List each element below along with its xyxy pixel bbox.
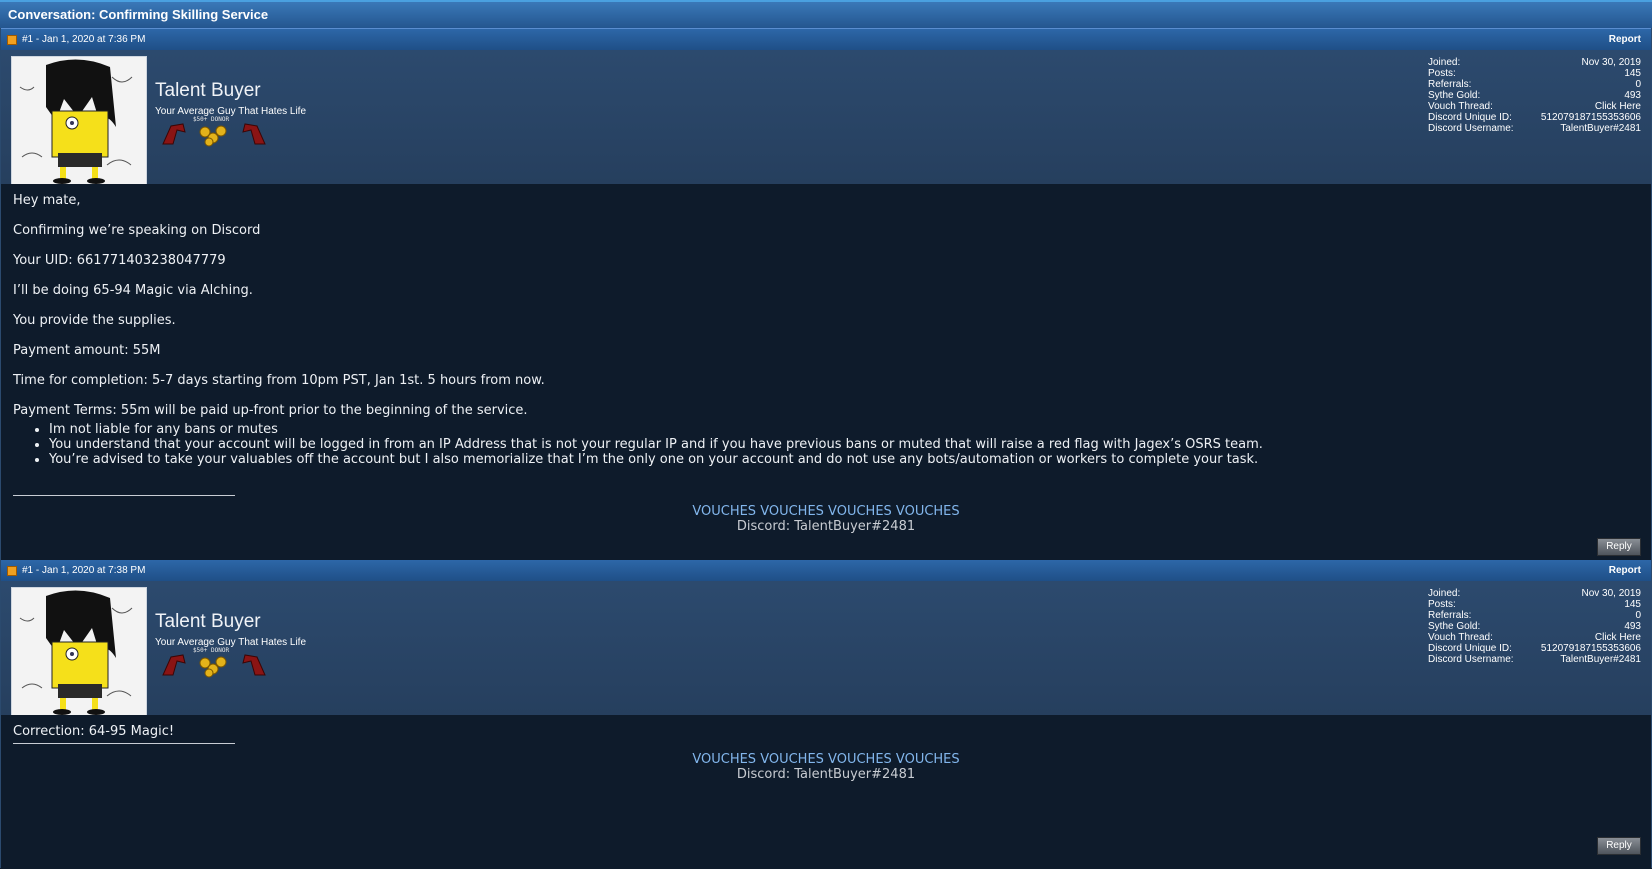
signature-divider [13, 495, 235, 496]
post-header: #1 - Jan 1, 2020 at 7:36 PM Report [1, 28, 1651, 50]
post-meta[interactable]: #1 - Jan 1, 2020 at 7:38 PM [22, 560, 1609, 581]
post: #1 - Jan 1, 2020 at 7:36 PM Report Talen… [0, 28, 1652, 560]
list-item: You understand that your account will be… [49, 437, 1639, 452]
stat-row: Joined: Nov 30, 2019 [1428, 57, 1641, 68]
stat-row: Discord Unique ID: 512079187155353606 [1428, 643, 1641, 654]
stat-row: Vouch Thread: Click Here [1428, 101, 1641, 112]
vouches-link[interactable]: VOUCHES VOUCHES VOUCHES VOUCHES [13, 504, 1639, 519]
message-text: Correction: 64-95 Magic! [13, 724, 175, 739]
vouches-link[interactable]: VOUCHES VOUCHES VOUCHES VOUCHES [13, 752, 1639, 767]
post-meta[interactable]: #1 - Jan 1, 2020 at 7:36 PM [22, 29, 1609, 50]
avatar[interactable] [11, 587, 147, 717]
avatar[interactable] [11, 56, 147, 186]
donor-label: $50+ DONOR [192, 647, 230, 654]
vouch-thread-link[interactable]: Click Here [1595, 101, 1641, 112]
stat-row: Discord Unique ID: 512079187155353606 [1428, 112, 1641, 123]
post-header: #1 - Jan 1, 2020 at 7:38 PM Report [1, 559, 1651, 581]
conversation-title: Conversation: Confirming Skilling Servic… [0, 0, 1652, 28]
reply-button[interactable]: Reply [1597, 837, 1641, 855]
donor-badges: $50+ DONOR [161, 116, 267, 148]
stat-row: Discord Username: TalentBuyer#2481 [1428, 654, 1641, 665]
user-stats: Joined: Nov 30, 2019 Posts: 145 Referrals:… [1428, 588, 1641, 665]
user-info-bar: Talent Buyer Your Average Guy That Hates… [1, 581, 1651, 717]
stat-row: Referrals: 0 [1428, 610, 1641, 621]
signature: VOUCHES VOUCHES VOUCHES VOUCHES Discord:… [13, 504, 1639, 534]
stat-row: Posts: 145 [1428, 68, 1641, 79]
user-info-bar: Talent Buyer Your Average Guy That Hates… [1, 50, 1651, 186]
username[interactable]: Talent Buyer [155, 611, 261, 633]
list-item: You’re advised to take your valuables of… [49, 452, 1639, 467]
signature: VOUCHES VOUCHES VOUCHES VOUCHES Discord:… [13, 752, 1639, 782]
signature-discord: Discord: TalentBuyer#2481 [736, 767, 916, 782]
stat-row: Sythe Gold: 493 [1428, 621, 1641, 632]
terms-list: Im not liable for any bans or mutes You … [13, 422, 1639, 467]
username[interactable]: Talent Buyer [155, 80, 261, 102]
post-icon [7, 565, 17, 576]
stat-row: Joined: Nov 30, 2019 [1428, 588, 1641, 599]
signature-discord: Discord: TalentBuyer#2481 [736, 519, 916, 534]
vouch-thread-link[interactable]: Click Here [1595, 632, 1641, 643]
post-body: Hey mate, Confirming we’re speaking on D… [1, 184, 1651, 560]
list-item: Im not liable for any bans or mutes [49, 422, 1639, 437]
reply-button[interactable]: Reply [1597, 538, 1641, 556]
donor-badges: $50+ DONOR [161, 647, 267, 679]
post: #1 - Jan 1, 2020 at 7:38 PM Report Talen… [0, 559, 1652, 869]
signature-divider [13, 743, 235, 744]
stat-row: Posts: 145 [1428, 599, 1641, 610]
post-body: Correction: 64-95 Magic! VOUCHES VOUCHES… [1, 715, 1651, 869]
stat-row: Sythe Gold: 493 [1428, 90, 1641, 101]
report-link[interactable]: Report [1609, 560, 1641, 581]
stat-row: Referrals: 0 [1428, 79, 1641, 90]
user-stats: Joined: Nov 30, 2019 Posts: 145 Referrals:… [1428, 57, 1641, 134]
stat-row: Discord Username: TalentBuyer#2481 [1428, 123, 1641, 134]
message-text: Hey mate, Confirming we’re speaking on D… [13, 193, 545, 418]
report-link[interactable]: Report [1609, 29, 1641, 50]
donor-label: $50+ DONOR [192, 116, 230, 123]
stat-row: Vouch Thread: Click Here [1428, 632, 1641, 643]
post-icon [7, 34, 17, 45]
